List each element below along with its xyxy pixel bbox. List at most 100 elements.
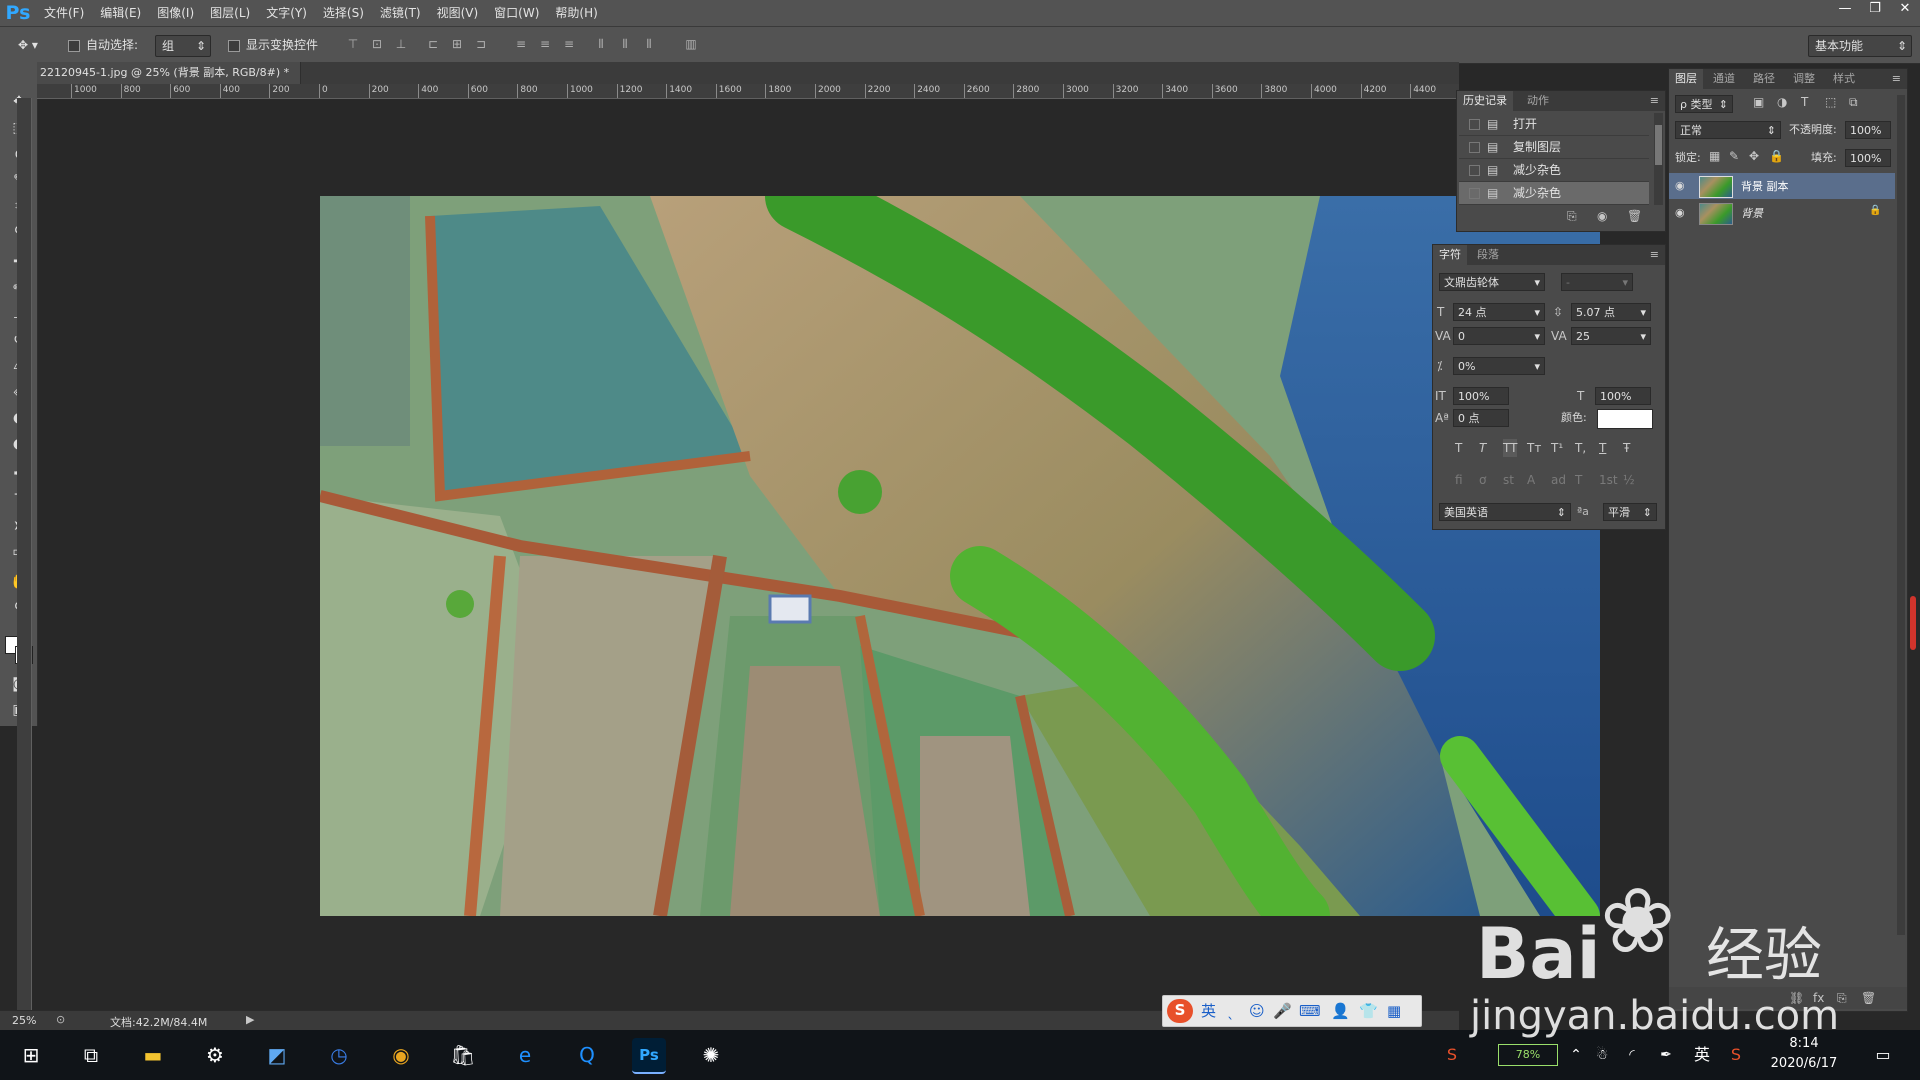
tab-actions[interactable]: 动作 [1521, 91, 1555, 111]
font-style-select[interactable]: - ▾ [1561, 273, 1633, 291]
history-item[interactable]: ▤ 减少杂色 [1459, 159, 1649, 182]
close-button[interactable]: ✕ [1890, 0, 1920, 20]
tracking-field[interactable]: 25 ▾ [1571, 327, 1651, 345]
distribute-top-icon[interactable]: ≡ [514, 36, 528, 52]
subscript-button[interactable]: T, [1575, 439, 1586, 457]
sogou-tray-icon[interactable]: S [1440, 1038, 1464, 1072]
titling-alternates-button[interactable]: T [1575, 471, 1582, 489]
restore-button[interactable]: ❐ [1860, 0, 1890, 20]
ime-language-toggle[interactable]: 英 [1201, 1000, 1216, 1022]
qq-tray-icon[interactable]: ☃ [1592, 1038, 1612, 1072]
auto-select-dropdown[interactable]: 组 ⇕ [155, 35, 211, 57]
history-item-selected[interactable]: ▤ 减少杂色 [1459, 182, 1649, 205]
pixel-filter-icon[interactable]: ▣ [1753, 95, 1764, 109]
strikethrough-button[interactable]: Ŧ [1623, 439, 1630, 457]
menu-image[interactable]: 图像(I) [149, 0, 202, 26]
adjustment-filter-icon[interactable]: ◑ [1777, 95, 1787, 109]
delete-state-icon[interactable]: 🗑 [1627, 209, 1642, 223]
layer-row-selected[interactable]: ◉ 背景 副本 [1669, 173, 1895, 199]
ligature-button[interactable]: fi [1455, 471, 1463, 489]
ime-voice-icon[interactable]: 🎤 [1273, 1000, 1292, 1022]
ime-user-icon[interactable]: 👤 [1331, 1000, 1350, 1022]
document-tab-close-icon[interactable]: × [299, 66, 300, 79]
photos-icon[interactable]: ◩ [260, 1038, 294, 1072]
menu-select[interactable]: 选择(S) [315, 0, 372, 26]
tab-styles[interactable]: 样式 [1827, 69, 1861, 89]
photoshop-taskbar-icon[interactable]: Ps [632, 1038, 666, 1074]
distribute-right-icon[interactable]: ⫴ [642, 36, 656, 52]
notification-center-icon[interactable]: ▭ [1866, 1038, 1900, 1072]
history-item[interactable]: ▤ 打开 [1459, 113, 1649, 136]
ime-lang-indicator[interactable]: 英 [1690, 1038, 1714, 1072]
zoom-level[interactable]: 25% [12, 1014, 36, 1027]
app-taskbar-icon[interactable]: ✺ [694, 1038, 728, 1072]
menu-filter[interactable]: 滤镜(T) [372, 0, 429, 26]
panel-menu-icon[interactable]: ≡ [1644, 91, 1665, 111]
layer-row[interactable]: ◉ 背景 🔒 [1669, 200, 1895, 226]
document-tab[interactable]: 22120945-1.jpg @ 25% (背景 副本, RGB/8#) * × [37, 62, 301, 84]
menu-type[interactable]: 文字(Y) [258, 0, 315, 26]
menu-window[interactable]: 窗口(W) [486, 0, 547, 26]
wifi-icon[interactable]: ◜ [1620, 1038, 1644, 1072]
qq-browser-icon[interactable]: Q [570, 1038, 604, 1072]
move-tool-preset-icon[interactable]: ✥ ▾ [18, 35, 58, 55]
history-scrollbar[interactable] [1654, 113, 1663, 205]
font-size-field[interactable]: 24 点 ▾ [1453, 303, 1545, 321]
layer-filter-select[interactable]: ρ 类型 ⇕ [1675, 95, 1733, 113]
new-document-from-state-icon[interactable]: ⎘ [1567, 209, 1577, 224]
clock-date[interactable]: 2020/6/17 [1764, 1056, 1844, 1071]
align-right-icon[interactable]: ⊐ [474, 36, 488, 52]
canvas-image[interactable] [320, 196, 1600, 916]
lock-transparent-icon[interactable]: ▦ [1709, 149, 1720, 163]
align-vcenter-icon[interactable]: ⊡ [370, 36, 384, 52]
show-transform-checkbox[interactable]: 显示变换控件 [228, 35, 318, 55]
task-view-icon[interactable]: ⧉ [74, 1038, 108, 1072]
menu-layer[interactable]: 图层(L) [202, 0, 258, 26]
vertical-scale-field[interactable]: 100% [1453, 387, 1509, 405]
sogou-tray-icon-2[interactable]: S [1724, 1038, 1748, 1072]
minimize-button[interactable]: — [1830, 0, 1860, 20]
battery-indicator[interactable]: 78% [1498, 1044, 1558, 1066]
settings-gear-icon[interactable]: ⚙ [198, 1038, 232, 1072]
panel-menu-icon[interactable]: ≡ [1886, 69, 1907, 89]
faux-italic-button[interactable]: T [1479, 439, 1486, 457]
kerning-field[interactable]: 0 ▾ [1453, 327, 1545, 345]
distribute-bottom-icon[interactable]: ≡ [562, 36, 576, 52]
smart-object-filter-icon[interactable]: ⧉ [1849, 95, 1858, 110]
history-item[interactable]: ▤ 复制图层 [1459, 136, 1649, 159]
ime-keyboard-icon[interactable]: ⌨ [1299, 1000, 1321, 1022]
opacity-field[interactable]: 100% [1845, 121, 1891, 139]
all-caps-button[interactable]: TT [1503, 439, 1518, 457]
align-hcenter-icon[interactable]: ⊞ [450, 36, 464, 52]
tsume-field[interactable]: 0% ▾ [1453, 357, 1545, 375]
visibility-eye-icon[interactable]: ◉ [1675, 206, 1685, 219]
align-top-icon[interactable]: ⊤ [346, 36, 360, 52]
blend-mode-select[interactable]: 正常 ⇕ [1675, 121, 1781, 139]
ime-punctuation-icon[interactable]: ˎ [1227, 1000, 1235, 1022]
tab-history[interactable]: 历史记录 [1457, 91, 1513, 111]
vertical-ruler[interactable] [17, 98, 32, 1010]
ime-skin-icon[interactable]: 👕 [1359, 1000, 1378, 1022]
font-family-select[interactable]: 文鼎齿轮体 ▾ [1439, 273, 1545, 291]
store-icon[interactable]: 🛍 [446, 1038, 480, 1072]
discretionary-ligature-button[interactable]: st [1503, 471, 1514, 489]
ime-emoji-icon[interactable]: ☺ [1249, 1000, 1265, 1022]
horizontal-ruler[interactable]: 1000 800 600 400 200 0 200 400 600 800 1000 1200 140… [37, 84, 1459, 99]
panel-menu-icon[interactable]: ≡ [1644, 245, 1665, 265]
fill-field[interactable]: 100% [1845, 149, 1891, 167]
swash-button[interactable]: A [1527, 471, 1535, 489]
small-caps-button[interactable]: Tт [1527, 439, 1541, 457]
file-explorer-icon[interactable]: ▬ [136, 1038, 170, 1072]
menu-edit[interactable]: 编辑(E) [92, 0, 149, 26]
status-menu-arrow-icon[interactable]: ▶ [246, 1013, 254, 1026]
lock-position-icon[interactable]: ✥ [1749, 149, 1759, 163]
lock-image-icon[interactable]: ✎ [1729, 149, 1739, 163]
tab-paths[interactable]: 路径 [1747, 69, 1781, 89]
type-filter-icon[interactable]: T [1801, 95, 1808, 109]
pen-tray-icon[interactable]: ✒ [1654, 1038, 1678, 1072]
distribute-left-icon[interactable]: ⫴ [594, 36, 608, 52]
underline-button[interactable]: T [1599, 439, 1606, 457]
sogou-logo-icon[interactable]: S [1167, 999, 1193, 1023]
layers-scrollbar[interactable] [1897, 95, 1905, 935]
align-left-icon[interactable]: ⊏ [426, 36, 440, 52]
